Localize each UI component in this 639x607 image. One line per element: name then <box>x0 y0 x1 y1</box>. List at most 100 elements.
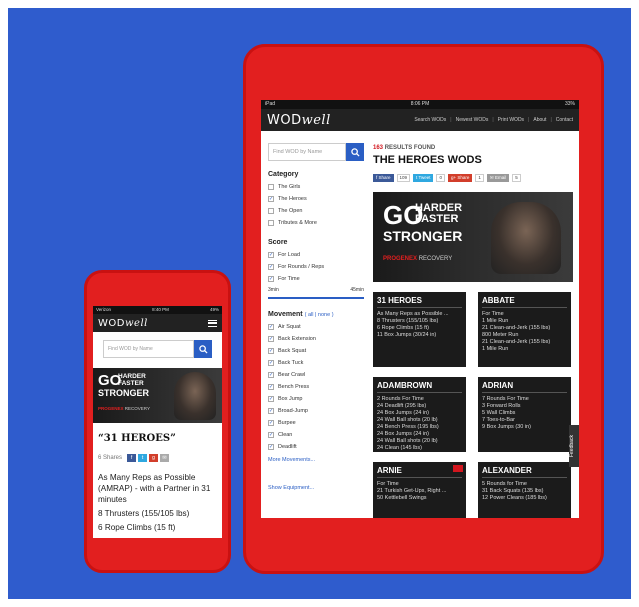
googleplus-share-button[interactable]: g+ Share <box>448 174 473 182</box>
slider-min-label: 3min <box>268 287 279 293</box>
wod-card-line: As Many Reps as Possible ... <box>377 311 449 317</box>
wod-card-line: 11 Box Jumps (30/24 in) <box>377 332 437 338</box>
site-header: WODwell Search WODs | Newest WODs | Print … <box>261 109 579 131</box>
nav-search-wods[interactable]: Search WODs <box>414 117 446 123</box>
wod-card[interactable]: ADAMBROWN 2 Rounds For Time 24 Deadlift (2… <box>373 377 466 452</box>
wod-card-line: 7 Rounds For Time <box>482 396 529 402</box>
score-for-time[interactable]: ✓ For Time <box>268 273 364 285</box>
email-share-button[interactable]: ✉ Email <box>486 174 510 182</box>
phone-share-bar: 6 Shares f t g ✉ <box>98 454 217 462</box>
wod-card[interactable]: ADRIAN 7 Rounds For Time 3 Forward Rolls 5 … <box>478 377 571 452</box>
athlete-photo <box>174 372 216 420</box>
results-main: 163 RESULTS FOUND THE HEROES WODS f Shar… <box>373 145 573 518</box>
score-for-load[interactable]: ✓ For Load <box>268 249 364 261</box>
video-icon[interactable] <box>453 465 463 472</box>
wod-card[interactable]: ABBATE For Time 1 Mile Run 21 Clean-and-Jer… <box>478 292 571 367</box>
movement-checkbox[interactable]: ✓ Back Tuck <box>268 357 364 369</box>
movement-checkbox[interactable]: ✓ Burpee <box>268 417 364 429</box>
show-equipment-link[interactable]: Show Equipment... <box>268 485 364 491</box>
wod-card-line: 5 Wall Climbs <box>482 410 516 416</box>
nav-newest-wods[interactable]: Newest WODs <box>456 117 489 123</box>
movement-checkbox[interactable]: ✓ Back Extension <box>268 333 364 345</box>
wod-card-line: 24 Bench Press (195 lbs) <box>377 424 439 430</box>
wod-card-line: 6 Rope Climbs (15 ft) <box>377 325 429 331</box>
wod-card-line: 24 Wall Ball shots (20 lb) <box>377 438 438 444</box>
wod-card-line: 8 Thrusters (155/105 lbs) <box>377 318 439 324</box>
status-time: 8:06 PM <box>410 101 430 107</box>
wod-card-line: 2 Rounds For Time <box>377 396 424 402</box>
movement-checkbox[interactable]: ✓ Air Squat <box>268 321 364 333</box>
slider-fill <box>268 297 364 299</box>
checkbox <box>268 220 274 226</box>
search-input[interactable]: Find WOD by Name <box>268 143 346 161</box>
tablet-status-bar: iPad 8:06 PM 33% <box>261 100 579 109</box>
nav-contact[interactable]: Contact <box>556 117 573 123</box>
wod-card[interactable]: ARNIE For Time 21 Turkish Get-Ups, Right .… <box>373 462 466 518</box>
wod-card-line: 24 Box Jumps (24 in) <box>377 410 429 416</box>
wod-card[interactable]: ALEXANDER 5 Rounds for Time 31 Back Squats… <box>478 462 571 518</box>
phone-status-bar: Verizon 8:40 PM 49% <box>93 306 222 314</box>
category-the-open[interactable]: The Open <box>268 205 364 217</box>
wod-card-title: ABBATE <box>482 296 567 308</box>
nav-print-wods[interactable]: Print WODs <box>498 117 524 123</box>
phone-search-button[interactable] <box>194 340 212 358</box>
score-for-rounds-reps[interactable]: ✓ For Rounds / Reps <box>268 261 364 273</box>
email-icon[interactable]: ✉ <box>160 454 170 462</box>
wod-cards-grid: 31 HEROES As Many Reps as Possible ... 8 T… <box>373 292 573 518</box>
wod-card-line: 24 Deadlift (295 lbs) <box>377 403 427 409</box>
wod-line: 6 Rope Climbs (15 ft) <box>98 523 176 532</box>
top-nav: Search WODs | Newest WODs | Print WODs | Ab… <box>414 117 573 123</box>
nav-about[interactable]: About <box>533 117 546 123</box>
movement-checkbox[interactable]: ✓ Box Jump <box>268 393 364 405</box>
movement-all-none-links[interactable]: ( all | none ) <box>305 312 334 318</box>
wod-card-line: 21 Clean-and-Jerk (155 lbs) <box>482 339 551 345</box>
site-logo[interactable]: WODwell <box>267 113 331 128</box>
hamburger-menu-icon[interactable] <box>208 319 217 327</box>
googleplus-count: 1 <box>475 174 484 182</box>
search-button[interactable] <box>346 143 364 161</box>
category-the-heroes[interactable]: ✓ The Heroes <box>268 193 364 205</box>
category-the-girls[interactable]: The Girls <box>268 181 364 193</box>
facebook-icon[interactable]: f <box>127 454 137 462</box>
movement-heading: Movement ( all | none ) <box>268 311 334 318</box>
phone-ad-banner[interactable]: GO HARDER FASTER STRONGER PROGENEX RECOVE… <box>93 368 222 423</box>
wod-card-line: 800 Meter Run <box>482 332 519 338</box>
search-icon <box>350 147 360 157</box>
wod-card-title: ADAMBROWN <box>377 381 462 393</box>
wod-card-line: 9 Box Jumps (30 in) <box>482 424 531 430</box>
wod-card-line: 24 Box Jumps (24 in) <box>377 431 429 437</box>
wod-card-title: ALEXANDER <box>482 466 567 478</box>
movement-checkbox[interactable]: ✓ Deadlift <box>268 441 364 453</box>
movement-checkbox[interactable]: ✓ Bear Crawl <box>268 369 364 381</box>
filter-sidebar: Find WOD by Name Category The Girls ✓ The… <box>268 143 364 491</box>
wod-card[interactable]: 31 HEROES As Many Reps as Possible ... 8 T… <box>373 292 466 367</box>
feedback-tab[interactable]: Feedback <box>569 425 579 467</box>
googleplus-icon[interactable]: g <box>149 454 159 462</box>
status-battery: 33% <box>564 101 575 107</box>
twitter-icon[interactable]: t <box>138 454 148 462</box>
wod-card-line: 3 Forward Rolls <box>482 403 521 409</box>
athlete-photo <box>491 202 561 274</box>
twitter-tweet-button[interactable]: t Tweet <box>413 174 434 182</box>
progenex-ad-banner[interactable]: GO HARDER FASTER STRONGER PROGENEX RECOVE… <box>373 192 573 282</box>
movement-checkbox[interactable]: ✓ Back Squat <box>268 345 364 357</box>
time-range-slider[interactable]: 3min 45min <box>268 287 364 301</box>
category-tributes[interactable]: Tributes & More <box>268 217 364 229</box>
wod-card-line: 12 Power Cleans (185 lbs) <box>482 495 547 501</box>
phone-logo[interactable]: WODwell <box>98 318 148 329</box>
movement-checkbox[interactable]: ✓ Bench Press <box>268 381 364 393</box>
category-heading: Category <box>268 171 299 178</box>
phone-search-input[interactable]: Find WOD by Name <box>103 340 194 358</box>
more-movements-link[interactable]: More Movements... <box>268 457 364 463</box>
wod-card-line: 7 Toes-to-Bar <box>482 417 515 423</box>
movement-checkbox[interactable]: ✓ Clean <box>268 429 364 441</box>
wod-card-line: 21 Turkish Get-Ups, Right ... <box>377 488 447 494</box>
movement-checkbox[interactable]: ✓ Broad-Jump <box>268 405 364 417</box>
facebook-share-button[interactable]: f Share <box>373 174 394 182</box>
phone-search: Find WOD by Name <box>103 340 212 358</box>
facebook-count: 109 <box>396 174 411 182</box>
wod-card-line: 31 Back Squats (135 lbs) <box>482 488 544 494</box>
page-title: THE HEROES WODS <box>373 154 482 166</box>
results-count: 163 RESULTS FOUND <box>373 145 436 151</box>
wod-card-title: 31 HEROES <box>377 296 462 308</box>
